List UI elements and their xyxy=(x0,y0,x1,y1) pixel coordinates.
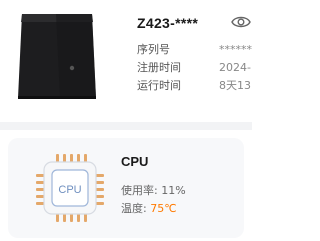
register-time-row: 注册时间 2024- xyxy=(137,59,251,75)
cpu-usage: 使用率: 11% xyxy=(121,182,186,198)
uptime-label: 运行时间 xyxy=(137,79,181,92)
eye-icon[interactable] xyxy=(231,14,251,30)
serial-number-label: 序列号 xyxy=(137,43,170,56)
register-time-value: 2024- xyxy=(219,61,251,74)
cpu-temperature: 温度: 75℃ xyxy=(121,200,177,216)
serial-number-row: 序列号 ****** xyxy=(137,41,252,57)
cpu-temperature-label: 温度: xyxy=(121,202,147,215)
cpu-usage-label: 使用率: xyxy=(121,184,158,197)
serial-number-value: ****** xyxy=(219,43,252,56)
uptime-value: 8天13 xyxy=(219,79,251,92)
uptime-row: 运行时间 8天13 xyxy=(137,77,251,93)
cpu-temperature-value: 75℃ xyxy=(150,202,177,215)
section-divider xyxy=(0,122,252,130)
cpu-chip-icon: CPU xyxy=(36,154,104,222)
cpu-card[interactable]: CPU CPU 使用率: 11% 温度: 75℃ xyxy=(8,138,244,238)
cpu-chip-label: CPU xyxy=(58,184,81,196)
device-card: Z423-**** 序列号 ****** 注册时间 2024- 运行时间 8天13 xyxy=(0,0,252,122)
register-time-label: 注册时间 xyxy=(137,61,181,74)
nas-device-image xyxy=(18,14,96,99)
device-name: Z423-**** xyxy=(137,15,199,31)
cpu-usage-value: 11% xyxy=(161,184,186,197)
cpu-title: CPU xyxy=(121,154,149,169)
